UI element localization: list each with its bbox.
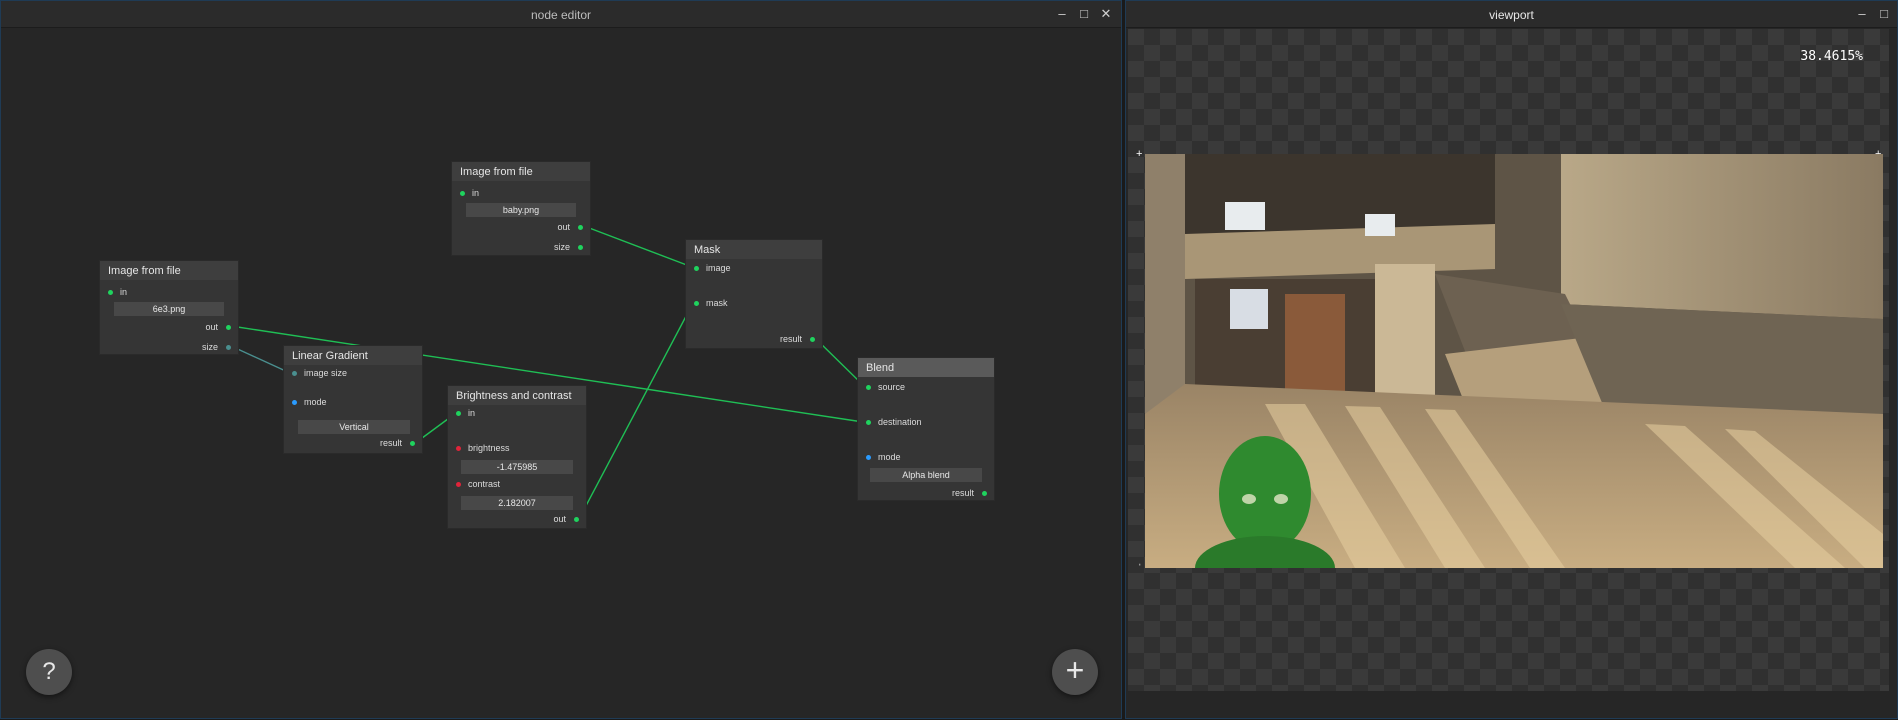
port-dot-in[interactable] bbox=[456, 411, 461, 416]
port-in[interactable]: in bbox=[460, 188, 479, 198]
port-dot-size[interactable] bbox=[226, 345, 231, 350]
port-image[interactable]: image bbox=[694, 263, 731, 273]
port-dot-result[interactable] bbox=[810, 337, 815, 342]
add-node-button[interactable]: + bbox=[1052, 649, 1098, 695]
help-button[interactable]: ? bbox=[26, 649, 72, 695]
node-brightness-contrast[interactable]: Brightness and contrast in brightness -1… bbox=[447, 385, 587, 529]
port-out[interactable]: out bbox=[557, 222, 583, 232]
node-title: Image from file bbox=[452, 162, 590, 181]
port-dot-out[interactable] bbox=[574, 517, 579, 522]
rendered-output-image bbox=[1145, 154, 1883, 568]
port-result[interactable]: result bbox=[380, 438, 415, 448]
node-editor-title: node editor bbox=[530, 8, 592, 22]
node-editor-window: node editor ‒ □ ✕ Image from file in 6e3… bbox=[0, 0, 1122, 719]
port-dot-result[interactable] bbox=[982, 491, 987, 496]
viewport-window: viewport ‒ □ 38.4615% + + ˈ ˈ bbox=[1125, 0, 1898, 719]
port-dot-mode[interactable] bbox=[866, 455, 871, 460]
port-dot-destination[interactable] bbox=[866, 420, 871, 425]
port-out[interactable]: out bbox=[205, 322, 231, 332]
viewport-canvas[interactable]: 38.4615% + + ˈ ˈ bbox=[1128, 29, 1889, 691]
minimize-icon[interactable]: ‒ bbox=[1854, 6, 1870, 22]
node-title: Brightness and contrast bbox=[448, 386, 586, 405]
port-dot-in[interactable] bbox=[460, 191, 465, 196]
corner-marker-bottom-left: ˈ bbox=[1138, 563, 1142, 575]
port-dot-source[interactable] bbox=[866, 385, 871, 390]
minimize-icon[interactable]: ‒ bbox=[1054, 6, 1070, 22]
port-dot-size[interactable] bbox=[578, 245, 583, 250]
blend-mode-select[interactable]: Alpha blend bbox=[870, 468, 982, 482]
port-out[interactable]: out bbox=[553, 514, 579, 524]
port-size[interactable]: size bbox=[202, 342, 231, 352]
node-image-from-file-6e3[interactable]: Image from file in 6e3.png out size bbox=[99, 260, 239, 355]
node-editor-titlebar[interactable]: node editor ‒ □ ✕ bbox=[1, 1, 1121, 28]
node-linear-gradient[interactable]: Linear Gradient image size mode Vertical… bbox=[283, 345, 423, 454]
interior-scene-image bbox=[1145, 154, 1883, 568]
port-result[interactable]: result bbox=[952, 488, 987, 498]
port-dot-in[interactable] bbox=[108, 290, 113, 295]
port-dot-mode[interactable] bbox=[292, 400, 297, 405]
port-dot-brightness[interactable] bbox=[456, 446, 461, 451]
port-dot-mask[interactable] bbox=[694, 301, 699, 306]
viewport-title: viewport bbox=[1489, 8, 1534, 22]
filename-field[interactable]: 6e3.png bbox=[114, 302, 224, 316]
viewport-titlebar[interactable]: viewport ‒ □ bbox=[1126, 1, 1897, 28]
port-result[interactable]: result bbox=[780, 334, 815, 344]
brightness-field[interactable]: -1.475985 bbox=[461, 460, 573, 474]
node-mask[interactable]: Mask image mask result bbox=[685, 239, 823, 349]
port-image-size[interactable]: image size bbox=[292, 368, 347, 378]
port-mode[interactable]: mode bbox=[866, 452, 901, 462]
port-dot-out[interactable] bbox=[578, 225, 583, 230]
port-dot-image[interactable] bbox=[694, 266, 699, 271]
port-size[interactable]: size bbox=[554, 242, 583, 252]
port-mode[interactable]: mode bbox=[292, 397, 327, 407]
maximize-icon[interactable]: □ bbox=[1876, 6, 1892, 22]
filename-field[interactable]: baby.png bbox=[466, 203, 576, 217]
port-dot-image-size[interactable] bbox=[292, 371, 297, 376]
node-title: Blend bbox=[858, 358, 994, 377]
node-title: Image from file bbox=[100, 261, 238, 280]
port-dot-contrast[interactable] bbox=[456, 482, 461, 487]
port-contrast[interactable]: contrast bbox=[456, 479, 500, 489]
close-icon[interactable]: ✕ bbox=[1098, 6, 1114, 22]
node-title: Mask bbox=[686, 240, 822, 259]
port-brightness[interactable]: brightness bbox=[456, 443, 510, 453]
port-mask[interactable]: mask bbox=[694, 298, 728, 308]
contrast-field[interactable]: 2.182007 bbox=[461, 496, 573, 510]
corner-marker-top-left: + bbox=[1136, 148, 1143, 160]
viewport-bottom-bar bbox=[1126, 691, 1897, 718]
zoom-level: 38.4615% bbox=[1800, 49, 1863, 64]
port-source[interactable]: source bbox=[866, 382, 905, 392]
port-destination[interactable]: destination bbox=[866, 417, 922, 427]
port-dot-out[interactable] bbox=[226, 325, 231, 330]
node-title: Linear Gradient bbox=[284, 346, 422, 365]
mode-select[interactable]: Vertical bbox=[298, 420, 410, 434]
maximize-icon[interactable]: □ bbox=[1076, 6, 1092, 22]
node-image-from-file-baby[interactable]: Image from file in baby.png out size bbox=[451, 161, 591, 256]
port-dot-result[interactable] bbox=[410, 441, 415, 446]
node-blend[interactable]: Blend source destination mode Alpha blen… bbox=[857, 357, 995, 501]
port-in[interactable]: in bbox=[108, 287, 127, 297]
port-in[interactable]: in bbox=[456, 408, 475, 418]
